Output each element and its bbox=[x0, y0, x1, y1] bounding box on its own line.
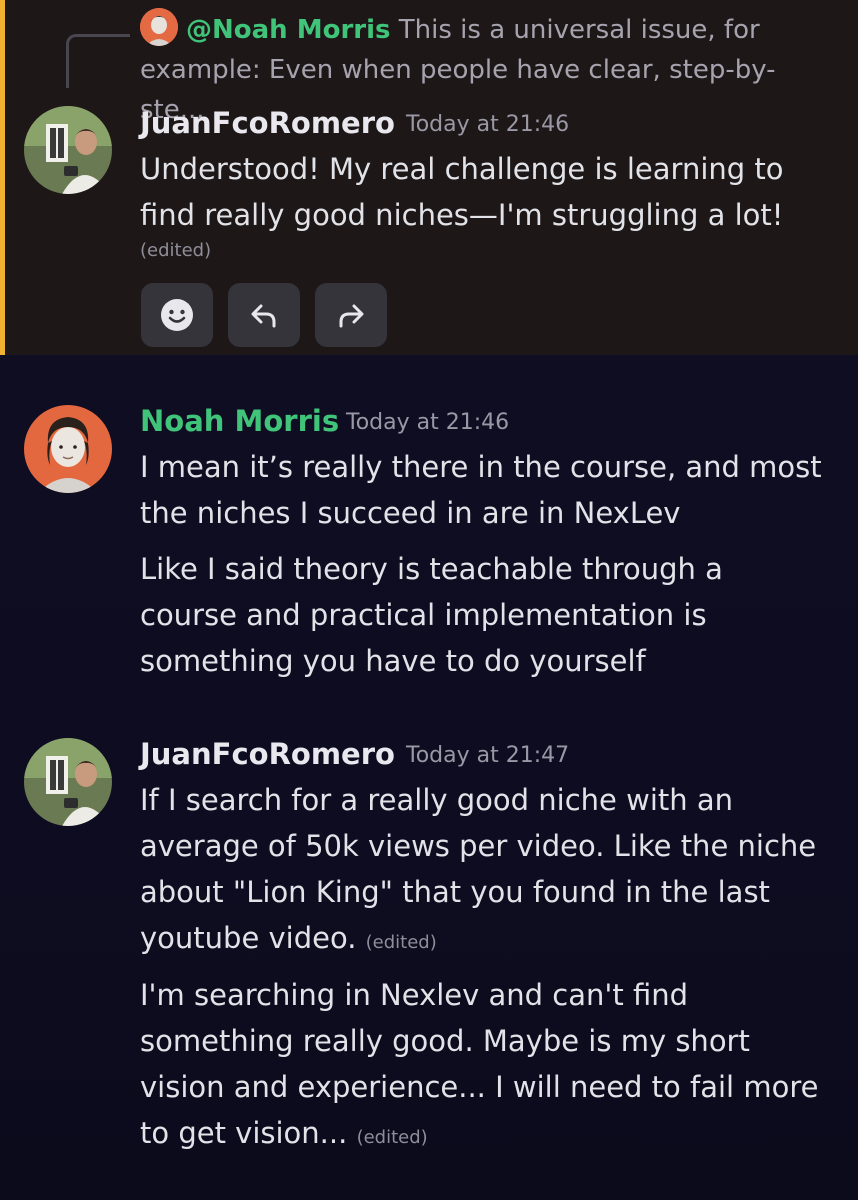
avatar[interactable] bbox=[24, 405, 112, 493]
highlight-bar bbox=[0, 0, 5, 355]
message-timestamp: Today at 21:46 bbox=[346, 410, 510, 435]
avatar[interactable] bbox=[24, 738, 112, 826]
edited-label: (edited) bbox=[140, 240, 212, 261]
message-paragraph: I'm searching in Nexlev and can't find s… bbox=[140, 978, 819, 1150]
add-reaction-button[interactable] bbox=[141, 283, 213, 347]
edited-label: (edited) bbox=[356, 1127, 428, 1148]
reply-mention[interactable]: @Noah Morris bbox=[186, 15, 391, 45]
message-text: I'm searching in Nexlev and can't find s… bbox=[140, 972, 830, 1161]
emoji-reaction-icon bbox=[161, 299, 193, 331]
message-text: Like I said theory is teachable through … bbox=[140, 552, 723, 678]
forward-button[interactable] bbox=[315, 283, 387, 347]
reply-button[interactable] bbox=[228, 283, 300, 347]
edited-label: (edited) bbox=[365, 932, 437, 953]
message-author[interactable]: JuanFcoRomero bbox=[140, 737, 395, 771]
avatar[interactable] bbox=[24, 106, 112, 194]
message-text: I mean it’s really there in the course, … bbox=[140, 450, 822, 530]
message-paragraph: If I search for a really good niche with… bbox=[140, 783, 817, 955]
forward-icon bbox=[339, 304, 364, 328]
message-text: If I search for a really good niche with… bbox=[140, 777, 830, 966]
message-timestamp: Today at 21:47 bbox=[406, 743, 570, 768]
message-text: Understood! My real challenge is learnin… bbox=[140, 152, 784, 232]
reply-icon bbox=[251, 304, 276, 328]
message-timestamp: Today at 21:46 bbox=[406, 112, 570, 137]
message-author[interactable]: JuanFcoRomero bbox=[140, 106, 395, 140]
message-author[interactable]: Noah Morris bbox=[140, 404, 339, 438]
reply-connector-line bbox=[66, 34, 130, 88]
